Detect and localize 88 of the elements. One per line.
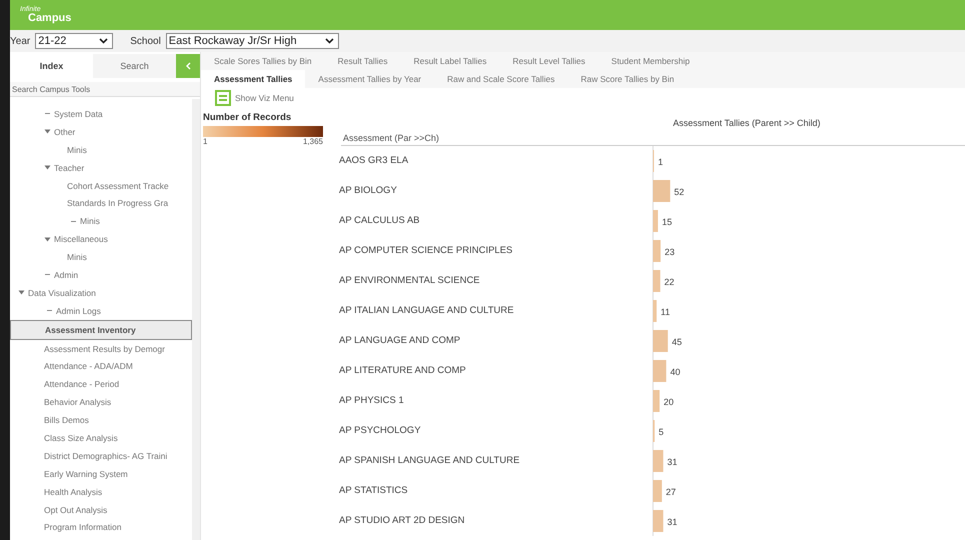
tree-item[interactable]: Assessment Results by Demogr [10, 340, 192, 358]
tab[interactable]: Student Membership [598, 52, 703, 70]
value-label: 1 [658, 157, 664, 167]
legend-title: Number of Records [203, 112, 292, 123]
school-select[interactable]: East Rockaway Jr/Sr High [166, 33, 339, 49]
tree-item[interactable]: System Data [10, 105, 192, 123]
tree-item[interactable]: Opt Out Analysis [10, 500, 192, 518]
chart-title: Assessment Tallies (Parent >> Child) [673, 118, 820, 128]
category-label: AP STUDIO ART 2D DESIGN [339, 515, 465, 526]
tab[interactable]: Scale Sores Tallies by Bin [201, 52, 325, 70]
bar [653, 330, 668, 352]
legend-min: 1 [203, 137, 208, 146]
tree-item[interactable]: Cohort Assessment Tracke [10, 176, 192, 194]
tree-item[interactable]: Bills Demos [10, 411, 192, 430]
bar [653, 510, 664, 532]
tree-item[interactable]: Program Information [10, 518, 192, 536]
legend-max: 1,365 [302, 137, 323, 146]
bar [653, 210, 658, 232]
year-label: Year [10, 36, 30, 46]
value-label: 52 [674, 187, 684, 197]
tree-item[interactable]: Attendance - ADA/ADM [10, 357, 192, 376]
menu-icon[interactable] [215, 90, 231, 106]
bar [653, 300, 657, 322]
category-label: AP LANGUAGE AND COMP [339, 335, 460, 346]
tree-item[interactable]: Minis [10, 248, 192, 266]
category-label: AP PHYSICS 1 [339, 395, 404, 406]
category-label: AP ITALIAN LANGUAGE AND CULTURE [339, 305, 514, 316]
chevron-left-icon [185, 62, 191, 70]
category-label: AP COMPUTER SCIENCE PRINCIPLES [339, 245, 513, 256]
tree-item[interactable]: Early Warning System [10, 464, 192, 483]
tree-item[interactable]: Miscellaneous [10, 230, 192, 248]
category-label: AP STATISTICS [339, 485, 408, 496]
value-label: 40 [670, 367, 680, 377]
value-label: 11 [660, 307, 670, 317]
bar [653, 180, 670, 202]
bar [653, 270, 660, 292]
tab[interactable]: Assessment Tallies [201, 70, 306, 88]
value-label: 23 [664, 247, 675, 257]
value-label: 31 [667, 517, 678, 527]
tree-item[interactable]: Health Analysis [10, 482, 192, 501]
show-viz-menu-link[interactable]: Show Viz Menu [235, 93, 294, 103]
school-label: School [130, 36, 161, 46]
bar [653, 450, 664, 472]
value-label: 31 [667, 457, 678, 467]
tree-item[interactable]: Other [10, 122, 192, 141]
tab[interactable]: Result Label Tallies [400, 52, 500, 70]
tree-item[interactable]: Standards In Progress Gra [10, 194, 192, 212]
tree-item[interactable]: Attendance - Period [10, 375, 192, 394]
column-header: Assessment (Par >>Ch) [341, 133, 965, 146]
sidebar-tab[interactable]: Search [93, 54, 176, 78]
value-label: 5 [658, 427, 664, 437]
tab[interactable]: Raw and Scale Score Tallies [434, 70, 568, 88]
category-label: AP CALCULUS AB [339, 215, 420, 226]
category-label: AP ENVIRONMENTAL SCIENCE [339, 275, 480, 286]
tree-item[interactable]: Behavior Analysis [10, 393, 192, 412]
tree-item[interactable]: Minis [10, 212, 192, 230]
tab[interactable]: Assessment Tallies by Year [305, 70, 434, 88]
value-label: 15 [662, 217, 672, 227]
tree-item[interactable]: District Demographics- AG Traini [10, 446, 192, 465]
bar [653, 480, 662, 502]
category-label: AP PSYCHOLOGY [339, 425, 421, 436]
category-label: AP BIOLOGY [339, 185, 397, 196]
tree-item[interactable]: Admin Logs [10, 302, 192, 320]
bar [653, 240, 661, 262]
tree-item[interactable]: Admin [10, 266, 192, 284]
bar [653, 390, 660, 412]
tree-item[interactable]: Minis [10, 140, 192, 159]
category-label: AP SPANISH LANGUAGE AND CULTURE [339, 455, 520, 466]
year-select[interactable]: 21-22 [35, 33, 114, 49]
tab[interactable]: Raw Score Tallies by Bin [568, 70, 688, 88]
tab[interactable]: Result Tallies [324, 52, 401, 70]
tree-item[interactable]: Class Size Analysis [10, 429, 192, 447]
tree-item[interactable]: Teacher [10, 158, 192, 177]
bar [653, 360, 666, 382]
chevron-icon [99, 38, 108, 44]
value-label: 45 [672, 337, 682, 347]
collapse-button[interactable] [176, 54, 200, 78]
tree-item[interactable]: Data Visualization [10, 284, 192, 302]
search-field[interactable]: Search Campus Tools [10, 82, 200, 97]
category-label: AAOS GR3 ELA [339, 155, 408, 166]
tree-item[interactable]: Assessment Inventory [10, 320, 192, 340]
value-label: 20 [664, 397, 674, 407]
category-label: AP LITERATURE AND COMP [339, 365, 466, 376]
value-label: 22 [664, 277, 674, 287]
chevron-icon [324, 38, 334, 44]
scrollbar[interactable] [192, 99, 200, 540]
tab[interactable]: Result Level Tallies [500, 52, 598, 70]
value-label: 27 [666, 487, 676, 497]
